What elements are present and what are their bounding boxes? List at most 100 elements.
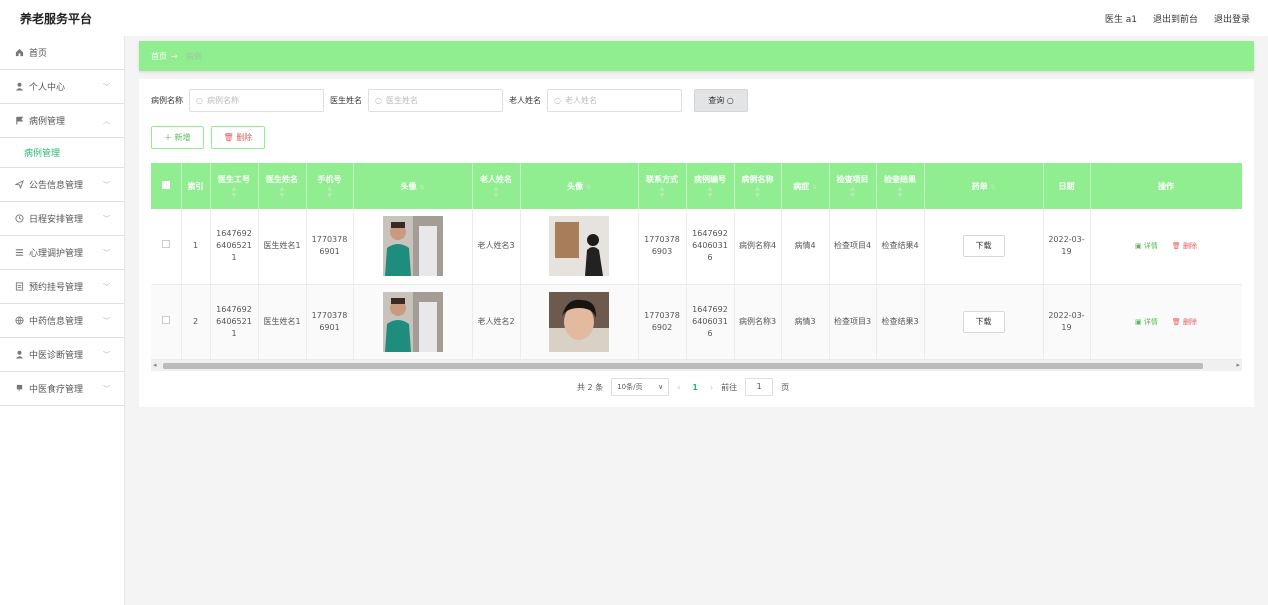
sort-icon[interactable]: ▲ ▼: [473, 185, 520, 199]
col-header-index: 索引: [181, 163, 211, 209]
col-header-check-item[interactable]: 检查项目 ▲ ▼: [829, 163, 877, 209]
col-header-elder-name[interactable]: 老人姓名 ▲ ▼: [472, 163, 521, 209]
sidebar-item-label: 预约挂号管理: [29, 283, 84, 293]
sidebar-item-psych-care[interactable]: 心理调护管理 ﹀: [0, 236, 124, 270]
col-header-doctor-id[interactable]: 医生工号 ▲ ▼: [210, 163, 259, 209]
delete-button[interactable]: 🗑 删除: [1172, 316, 1197, 328]
download-button[interactable]: 下载: [962, 235, 1005, 258]
cell-elder-avatar: [520, 209, 639, 285]
breadcrumb-arrow: →: [171, 51, 178, 61]
col-header-doctor-name[interactable]: 医生姓名 ▲ ▼: [258, 163, 307, 209]
cell-prescription: 下载: [924, 284, 1044, 360]
query-button[interactable]: 查询 ○: [694, 89, 748, 112]
sort-icon[interactable]: ▲ ▼: [211, 185, 258, 199]
elder-avatar-image[interactable]: [549, 216, 609, 277]
globe-icon: [14, 316, 24, 326]
detail-button[interactable]: ▣ 详情: [1135, 240, 1158, 252]
row-checkbox[interactable]: [161, 315, 170, 324]
batch-delete-button[interactable]: 🗑 删除: [210, 126, 266, 149]
page-size-select[interactable]: 10条/页 ∨: [611, 378, 670, 396]
row-checkbox[interactable]: [161, 240, 170, 249]
col-header-case-no[interactable]: 病例编号 ▲ ▼: [686, 163, 735, 209]
detail-button[interactable]: ▣ 详情: [1135, 316, 1158, 328]
search-icon: ○: [726, 96, 734, 105]
goto-label: 前往: [721, 382, 738, 392]
breadcrumb: 首页 → 病例: [139, 41, 1254, 71]
sidebar-item-schedule[interactable]: 日程安排管理 ﹀: [0, 202, 124, 236]
col-header-doctor-avatar[interactable]: 头像 ⇅: [353, 163, 473, 209]
col-header-prescription[interactable]: 药单 ⇅: [924, 163, 1044, 209]
sidebar-item-personal-center[interactable]: 个人中心 ﹀: [0, 70, 124, 104]
sidebar-item-home[interactable]: 首页: [0, 36, 124, 70]
case-name-input[interactable]: ○ 病例名称: [189, 89, 324, 112]
sidebar-item-herb-info[interactable]: 中药信息管理 ﹀: [0, 304, 124, 338]
cell-case-name: 病例名称4: [734, 209, 782, 285]
goto-page-input[interactable]: 1: [745, 378, 774, 396]
select-all-checkbox[interactable]: [161, 181, 170, 189]
cell-check-item: 检查项目4: [829, 209, 877, 285]
cell-symptom: 病情3: [781, 284, 830, 360]
top-bar: 养老服务平台 医生 a1 退出到前台 退出登录: [0, 0, 1268, 36]
pagination: 共 2 条 10条/页 ∨ ‹ 1 › 前往 1 页: [577, 378, 789, 396]
sidebar-item-case-management[interactable]: 病例管理 ︿: [0, 104, 124, 138]
sidebar-item-appointment[interactable]: 预约挂号管理 ﹀: [0, 270, 124, 304]
sidebar-item-tcm-diagnosis[interactable]: 中医诊断管理 ﹀: [0, 338, 124, 372]
page-number[interactable]: 1: [688, 383, 702, 392]
sort-icon[interactable]: ▲ ▼: [259, 185, 306, 199]
chevron-down-icon: ﹀: [103, 215, 110, 223]
download-button[interactable]: 下载: [962, 310, 1005, 333]
chevron-down-icon: ∨: [658, 383, 664, 391]
sort-icon[interactable]: ▲ ▼: [877, 185, 924, 199]
col-header-symptom[interactable]: 病症 ⇅: [781, 163, 830, 209]
sidebar-item-tcm-diet[interactable]: 中医食疗管理 ﹀: [0, 372, 124, 406]
sidebar-subitem-case-management[interactable]: 病例管理: [0, 138, 124, 168]
sort-icon[interactable]: ⇅: [990, 184, 995, 191]
current-user: 医生 a1: [1104, 14, 1137, 25]
sort-icon[interactable]: ▲ ▼: [639, 185, 686, 199]
prev-page-button[interactable]: ‹: [677, 383, 680, 392]
sort-icon[interactable]: ⇅: [586, 184, 591, 191]
col-header-phone[interactable]: 手机号 ▲ ▼: [306, 163, 354, 209]
breadcrumb-home[interactable]: 首页: [151, 51, 167, 62]
col-header-check-result[interactable]: 检查结果 ▲ ▼: [876, 163, 925, 209]
next-page-button[interactable]: ›: [710, 383, 713, 392]
sort-icon[interactable]: ▲ ▼: [687, 185, 734, 199]
doctor-name-input[interactable]: ○ 医生姓名: [368, 89, 503, 112]
sort-icon[interactable]: ⇅: [812, 184, 817, 191]
chevron-down-icon: ﹀: [103, 317, 110, 325]
action-buttons: ＋ 新增 🗑 删除: [151, 126, 266, 149]
col-header-contact[interactable]: 联系方式 ▲ ▼: [638, 163, 687, 209]
sort-icon[interactable]: ▲ ▼: [830, 185, 876, 199]
search-form: 病例名称 ○ 病例名称 医生姓名 ○ 医生姓名 老人姓名 ○ 老人姓名 查询 ○: [151, 89, 748, 112]
scroll-left-arrow[interactable]: ◂: [153, 361, 157, 369]
cell-case-name: 病例名称3: [734, 284, 782, 360]
sidebar-item-announcements[interactable]: 公告信息管理 ﹀: [0, 168, 124, 202]
elder-avatar-image[interactable]: [549, 291, 609, 352]
cell-check-item: 检查项目3: [829, 284, 877, 360]
flag-icon: [14, 116, 24, 126]
app-title: 养老服务平台: [20, 11, 93, 26]
trash-icon: 🗑: [1171, 242, 1181, 251]
sort-icon[interactable]: ⇅: [419, 184, 424, 191]
sort-icon[interactable]: ▲ ▼: [735, 185, 781, 199]
scrollbar-thumb[interactable]: [163, 363, 1203, 369]
add-button[interactable]: ＋ 新增: [151, 126, 204, 149]
logout-link[interactable]: 退出登录: [1214, 12, 1250, 25]
cell-doctor-avatar: [353, 209, 473, 285]
delete-button[interactable]: 🗑 删除: [1172, 240, 1197, 252]
elder-name-input[interactable]: ○ 老人姓名: [547, 89, 682, 112]
sort-icon[interactable]: ▲ ▼: [307, 185, 353, 199]
col-header-case-name[interactable]: 病例名称 ▲ ▼: [734, 163, 782, 209]
doctor-avatar-image[interactable]: [382, 291, 443, 352]
horizontal-scrollbar[interactable]: ◂ ▸: [151, 360, 1242, 371]
cell-prescription: 下载: [924, 209, 1044, 285]
case-table: 索引 医生工号 ▲ ▼ 医生姓名 ▲ ▼ 手机号 ▲ ▼ 头像 ⇅ 老人姓名 ▲ ▼ 头像 ⇅ …: [151, 163, 1242, 373]
doctor-avatar-image[interactable]: [382, 216, 443, 277]
back-to-frontend-link[interactable]: 退出到前台: [1153, 12, 1198, 25]
select-all-cell[interactable]: [151, 163, 182, 209]
chevron-down-icon: ﹀: [103, 249, 110, 257]
col-header-elder-avatar[interactable]: 头像 ⇅: [520, 163, 639, 209]
detail-icon: ▣: [1135, 317, 1142, 326]
scroll-right-arrow[interactable]: ▸: [1236, 361, 1240, 369]
case-name-label: 病例名称: [151, 96, 183, 105]
